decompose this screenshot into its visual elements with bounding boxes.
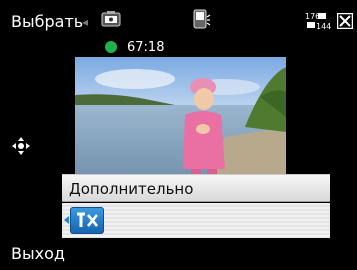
left-softkey-chevron-icon: ◂: [82, 15, 89, 29]
resolution-top-text: 176: [305, 12, 320, 21]
close-icon[interactable]: [337, 13, 353, 29]
status-dot-icon: [105, 41, 117, 53]
settings-tools-icon[interactable]: [70, 207, 104, 234]
right-softkey-exit[interactable]: Выход: [11, 244, 65, 263]
menu-items-strip: [62, 203, 330, 238]
recording-status: 67:18: [105, 39, 165, 55]
scroll-left-icon[interactable]: [64, 216, 69, 224]
resolution-bottom-text: 144: [316, 22, 331, 31]
left-softkey-select[interactable]: Выбрать: [11, 12, 83, 31]
menu-header: Дополнительно: [62, 174, 330, 202]
advanced-menu: Дополнительно: [62, 174, 330, 238]
resolution-icon[interactable]: 176 144: [304, 10, 334, 32]
menu-title: Дополнительно: [69, 180, 194, 198]
video-camera-icon[interactable]: [101, 10, 121, 28]
remaining-time: 67:18: [127, 39, 165, 55]
flash-icon[interactable]: [193, 9, 211, 31]
navigation-pad-icon[interactable]: [10, 136, 32, 156]
camera-preview: [75, 57, 286, 187]
